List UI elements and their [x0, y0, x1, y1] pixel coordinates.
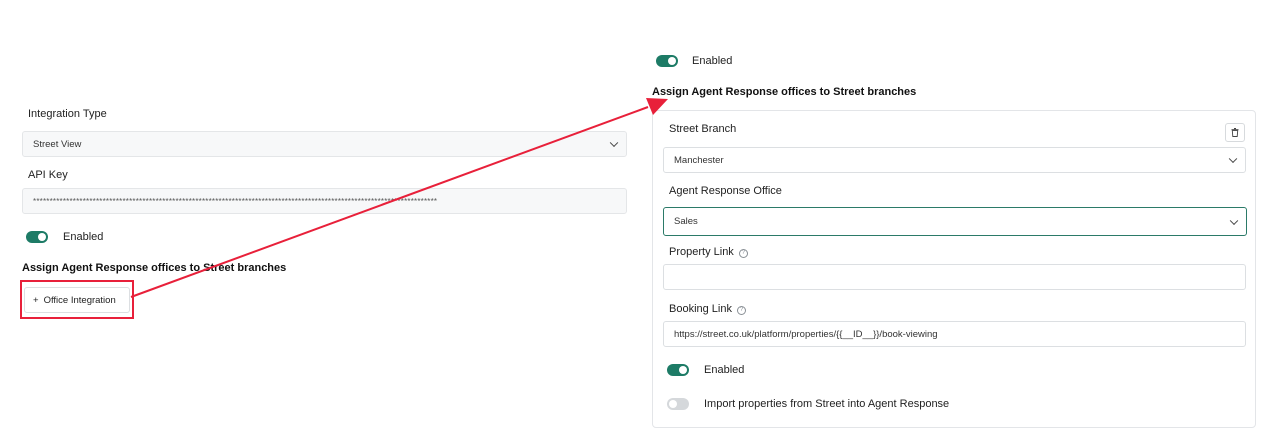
api-key-input[interactable]: ****************************************… [22, 188, 627, 214]
property-link-label: Property Link? [669, 246, 748, 258]
property-link-label-text: Property Link [669, 246, 734, 258]
street-branch-value: Manchester [674, 154, 724, 166]
agent-office-value: Sales [674, 216, 698, 227]
agent-office-label: Agent Response Office [669, 185, 782, 197]
delete-button[interactable] [1225, 123, 1245, 142]
annotation-highlight-box [20, 280, 134, 319]
street-branch-label: Street Branch [669, 123, 737, 135]
help-circle-icon[interactable]: ? [737, 306, 746, 315]
chevron-down-icon [1228, 154, 1238, 164]
api-key-value: ****************************************… [33, 196, 438, 206]
street-branch-select[interactable]: Manchester [663, 147, 1246, 173]
booking-link-value: https://street.co.uk/platform/properties… [674, 328, 938, 340]
integration-type-value: Street View [33, 138, 82, 150]
assign-heading-right: Assign Agent Response offices to Street … [652, 86, 917, 98]
enabled-toggle-panel[interactable] [667, 364, 689, 376]
integration-type-label: Integration Type [28, 108, 107, 120]
enabled-label-panel: Enabled [704, 364, 745, 376]
api-key-label: API Key [28, 169, 68, 181]
help-circle-icon[interactable]: ? [738, 249, 748, 258]
import-properties-toggle[interactable] [667, 398, 689, 410]
booking-link-label: Booking Link? [669, 303, 746, 315]
chevron-down-icon [609, 138, 619, 148]
booking-link-input[interactable]: https://street.co.uk/platform/properties… [663, 321, 1246, 347]
integration-type-select[interactable]: Street View [22, 131, 627, 157]
chevron-down-icon [1229, 216, 1239, 225]
enabled-label-right: Enabled [692, 55, 733, 67]
enabled-toggle[interactable] [26, 231, 48, 243]
import-properties-label: Import properties from Street into Agent… [704, 398, 950, 410]
enabled-label: Enabled [63, 231, 104, 243]
trash-icon [1231, 128, 1239, 137]
property-link-input[interactable] [663, 264, 1246, 290]
enabled-toggle-right[interactable] [656, 55, 678, 67]
booking-link-label-text: Booking Link [669, 303, 732, 315]
office-integration-panel: Street Branch Manchester Agent Response … [652, 110, 1256, 428]
assign-heading: Assign Agent Response offices to Street … [22, 262, 287, 274]
agent-office-select[interactable]: Sales [663, 207, 1247, 236]
